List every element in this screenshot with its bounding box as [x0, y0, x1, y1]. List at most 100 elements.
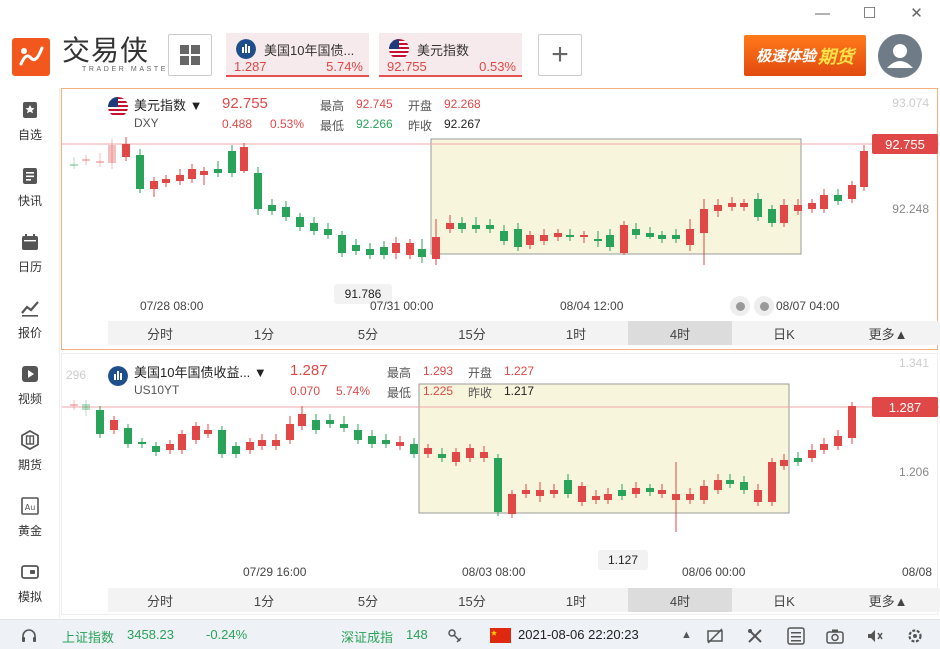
futures-promo-banner[interactable]: 极速体验 期货: [744, 35, 866, 76]
timeframe-0[interactable]: 分时: [108, 321, 212, 345]
timeframe-2[interactable]: 5分: [316, 588, 420, 612]
low-label: 最低: [320, 119, 345, 133]
candle: [848, 185, 856, 199]
prev-close-label: 昨收: [468, 386, 493, 400]
open-label: 开盘: [408, 99, 433, 113]
timeframe-3[interactable]: 15分: [420, 588, 524, 612]
tab-dxy[interactable]: 美元指数 92.755 0.53%: [379, 33, 522, 77]
caret-down-icon[interactable]: ▼: [190, 98, 203, 113]
timeframe-3[interactable]: 15分: [420, 321, 524, 345]
link-icon[interactable]: [446, 627, 464, 645]
candle: [122, 144, 130, 157]
candle: [446, 223, 454, 229]
candle: [820, 444, 828, 450]
candle: [178, 434, 186, 450]
candle: [204, 430, 212, 434]
minimize-button[interactable]: —: [799, 0, 846, 26]
candle: [754, 199, 762, 217]
zoom-control-icon[interactable]: [754, 296, 774, 316]
maximize-button[interactable]: ☐: [846, 0, 893, 26]
current-price-tag: 92.755: [872, 134, 938, 154]
timeframe-2[interactable]: 5分: [316, 321, 420, 345]
user-avatar[interactable]: [878, 34, 922, 78]
close-button[interactable]: ✕: [893, 0, 940, 26]
candle: [768, 462, 776, 502]
timeframe-6[interactable]: 日K: [732, 321, 836, 345]
caret-down-icon[interactable]: ▼: [254, 365, 267, 380]
candle: [726, 480, 734, 484]
timeframe-4[interactable]: 1时: [524, 321, 628, 345]
timeframe-bar: 分时 1分 5分 15分 1时 4时 日K 更多▲: [108, 321, 940, 345]
timeframe-1[interactable]: 1分: [212, 588, 316, 612]
x-tick: 08/03 08:00: [462, 565, 526, 579]
left-axis-label: 296: [66, 368, 87, 382]
sidebar-item-label: 日历: [17, 259, 42, 274]
add-tab-button[interactable]: +: [538, 34, 582, 76]
candle: [700, 209, 708, 233]
timeframe-7[interactable]: 更多▲: [836, 321, 940, 345]
timeframe-5[interactable]: 4时: [628, 321, 732, 345]
candle: [780, 460, 788, 466]
timeframe-5[interactable]: 4时: [628, 588, 732, 612]
sidebar-item-gold[interactable]: Au 黄金: [0, 484, 60, 550]
brand-subtitle: TRADER MASTER: [82, 66, 176, 73]
symbol-code: US10YT: [134, 383, 180, 397]
symbol-info[interactable]: 美国10年国债收益... ▼ US10YT: [134, 362, 267, 397]
timeframe-7[interactable]: 更多▲: [836, 588, 940, 612]
x-tick: 08/04 12:00: [560, 299, 624, 313]
selection-box[interactable]: [418, 383, 790, 514]
index1-name[interactable]: 上证指数: [62, 627, 114, 646]
sidebar-item-video[interactable]: 视频: [0, 352, 60, 418]
candle: [152, 446, 160, 452]
camera-icon[interactable]: [826, 627, 844, 645]
high-label: 最高: [320, 99, 345, 113]
headset-icon[interactable]: [20, 627, 38, 645]
mute-icon[interactable]: [866, 627, 884, 645]
sidebar-item-quotes[interactable]: 报价: [0, 286, 60, 352]
timeframe-4[interactable]: 1时: [524, 588, 628, 612]
tab-pct: 5.74%: [326, 59, 363, 74]
caret-up-icon[interactable]: ▲: [681, 629, 692, 641]
x-tick: 07/31 00:00: [370, 299, 434, 313]
timeframe-0[interactable]: 分时: [108, 588, 212, 612]
tab-us10y[interactable]: 美国10年国债... 1.287 5.74%: [226, 33, 369, 77]
candle: [310, 223, 318, 231]
last-price: 1.287: [290, 362, 328, 379]
timeframe-1[interactable]: 1分: [212, 321, 316, 345]
change-value: 0.488: [222, 117, 253, 131]
us-flag-icon: [389, 39, 409, 59]
sidebar-item-futures[interactable]: 期货: [0, 418, 60, 484]
high-value: 1.293: [423, 364, 454, 378]
x-tick: 08/06 00:00: [682, 565, 746, 579]
sidebar-item-watchlist[interactable]: 自选: [0, 88, 60, 154]
timeframe-6[interactable]: 日K: [732, 588, 836, 612]
symbol-info[interactable]: 美元指数 ▼ DXY: [134, 95, 203, 130]
high-value: 92.745: [356, 97, 393, 111]
status-bar: 上证指数 3458.23 -0.24% 深证成指 148 2021-08-06 …: [0, 619, 940, 649]
selection-box[interactable]: [430, 138, 802, 255]
candle: [70, 164, 78, 166]
change-value: 0.070: [290, 384, 321, 398]
candle: [618, 490, 626, 496]
sidebar-item-calendar[interactable]: 日历: [0, 220, 60, 286]
pan-control-icon[interactable]: [730, 296, 750, 316]
prev-close-label: 昨收: [408, 119, 433, 133]
sidebar-item-news[interactable]: 快讯: [0, 154, 60, 220]
layout-grid-button[interactable]: [168, 34, 212, 76]
candle: [96, 161, 104, 163]
candle: [728, 203, 736, 207]
min-price-tag: 1.127: [598, 550, 648, 570]
candle: [258, 440, 266, 446]
tools-icon[interactable]: [746, 627, 764, 645]
settings-menu-icon[interactable]: [787, 627, 805, 645]
index2-name[interactable]: 深证成指: [341, 627, 393, 646]
chart-off-icon[interactable]: [706, 627, 724, 645]
candle: [136, 155, 144, 189]
gear-icon[interactable]: [906, 627, 924, 645]
candle: [714, 205, 722, 211]
open-value: 1.227: [504, 364, 535, 378]
sidebar-item-simulate[interactable]: 模拟: [0, 550, 60, 616]
candle: [768, 209, 776, 223]
candle: [218, 430, 226, 454]
candle: [820, 195, 828, 209]
